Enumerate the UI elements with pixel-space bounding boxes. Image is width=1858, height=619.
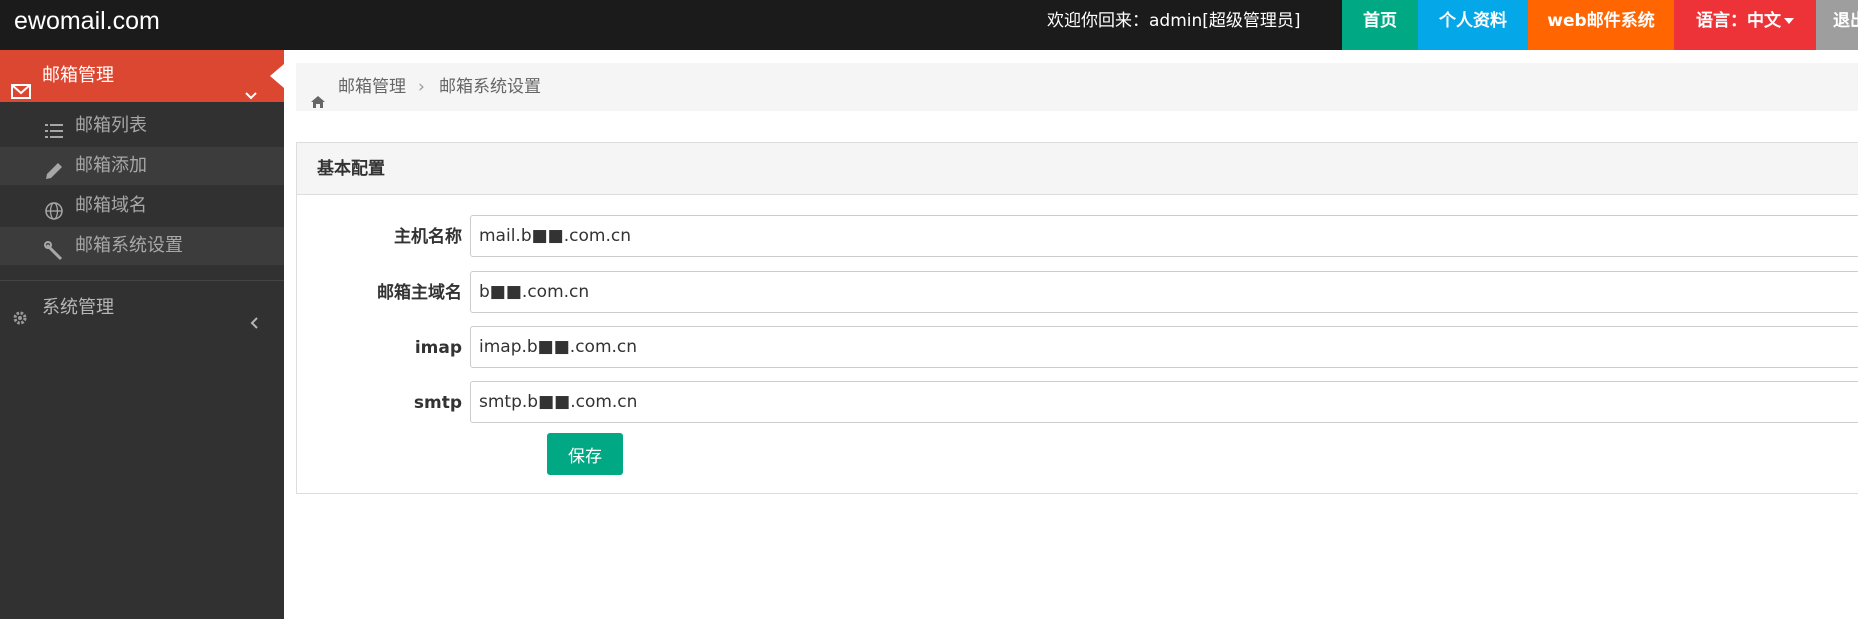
logout-button[interactable]: 退出 xyxy=(1816,0,1858,50)
nav-webmail-label: web邮件系统 xyxy=(1547,11,1655,31)
brand-logo: ewomail.com xyxy=(14,7,160,35)
sidebar-item-mail-system-settings[interactable]: 邮箱系统设置 xyxy=(0,227,284,265)
welcome-text: 欢迎你回来：admin[超级管理员] xyxy=(1047,11,1301,31)
sidebar-item-mailbox-list[interactable]: 邮箱列表 xyxy=(0,107,284,145)
main-domain-label: 邮箱主域名 xyxy=(377,283,462,303)
basic-config-panel: 基本配置 主机名称 邮箱主域名 imap smtp 保存 xyxy=(296,142,1858,494)
sidebar-item-label: 邮箱列表 xyxy=(75,115,147,136)
hostname-label: 主机名称 xyxy=(394,227,462,247)
hostname-row: 主机名称 xyxy=(297,215,1858,259)
pencil-icon xyxy=(44,157,64,179)
sidebar-section-label: 系统管理 xyxy=(42,297,114,318)
sidebar-item-label: 邮箱域名 xyxy=(75,195,147,216)
globe-icon xyxy=(44,197,64,220)
main-domain-input[interactable] xyxy=(470,271,1858,313)
top-bar: ewomail.com 欢迎你回来：admin[超级管理员] 首页 个人资料 w… xyxy=(0,0,1858,50)
sidebar-item-mail-management[interactable]: 邮箱管理 xyxy=(0,50,284,102)
hostname-input[interactable] xyxy=(470,215,1858,257)
active-indicator xyxy=(270,64,284,88)
breadcrumb-mail-management[interactable]: 邮箱管理 xyxy=(338,63,406,111)
breadcrumb-separator: › xyxy=(418,77,425,97)
smtp-row: smtp xyxy=(297,381,1858,425)
smtp-input[interactable] xyxy=(470,381,1858,423)
list-icon xyxy=(44,117,64,138)
sidebar: 邮箱管理 邮箱列表 邮箱添加 邮箱域名 邮箱系统设置 系统管理 xyxy=(0,50,284,619)
sidebar-item-system-management[interactable]: 系统管理 xyxy=(0,285,284,331)
imap-row: imap xyxy=(297,326,1858,370)
smtp-label: smtp xyxy=(413,393,462,413)
breadcrumb: 邮箱管理 › 邮箱系统设置 xyxy=(296,63,1858,111)
sidebar-item-label: 邮箱添加 xyxy=(75,155,147,176)
nav-profile-button[interactable]: 个人资料 xyxy=(1418,0,1528,50)
wrench-icon xyxy=(44,237,64,261)
imap-input[interactable] xyxy=(470,326,1858,368)
language-label: 语言：中文 xyxy=(1696,11,1781,31)
nav-profile-label: 个人资料 xyxy=(1439,11,1507,31)
nav-webmail-button[interactable]: web邮件系统 xyxy=(1528,0,1674,50)
nav-home-label: 首页 xyxy=(1363,11,1397,31)
nav-home-button[interactable]: 首页 xyxy=(1342,0,1418,50)
gear-icon xyxy=(11,299,29,345)
sidebar-item-mailbox-add[interactable]: 邮箱添加 xyxy=(0,147,284,185)
main-domain-row: 邮箱主域名 xyxy=(297,271,1858,315)
save-button[interactable]: 保存 xyxy=(547,433,623,475)
chevron-left-icon xyxy=(250,301,260,347)
caret-down-icon xyxy=(1784,18,1794,24)
panel-title: 基本配置 xyxy=(297,143,1858,195)
sidebar-section-label: 邮箱管理 xyxy=(42,65,114,86)
language-dropdown[interactable]: 语言：中文 xyxy=(1674,0,1816,50)
breadcrumb-current-page: 邮箱系统设置 xyxy=(439,77,541,97)
sidebar-item-mail-domain[interactable]: 邮箱域名 xyxy=(0,187,284,225)
imap-label: imap xyxy=(414,338,462,358)
sidebar-divider xyxy=(0,280,284,281)
logout-label: 退出 xyxy=(1833,11,1858,31)
home-icon[interactable] xyxy=(310,80,326,128)
sidebar-item-label: 邮箱系统设置 xyxy=(75,235,183,256)
